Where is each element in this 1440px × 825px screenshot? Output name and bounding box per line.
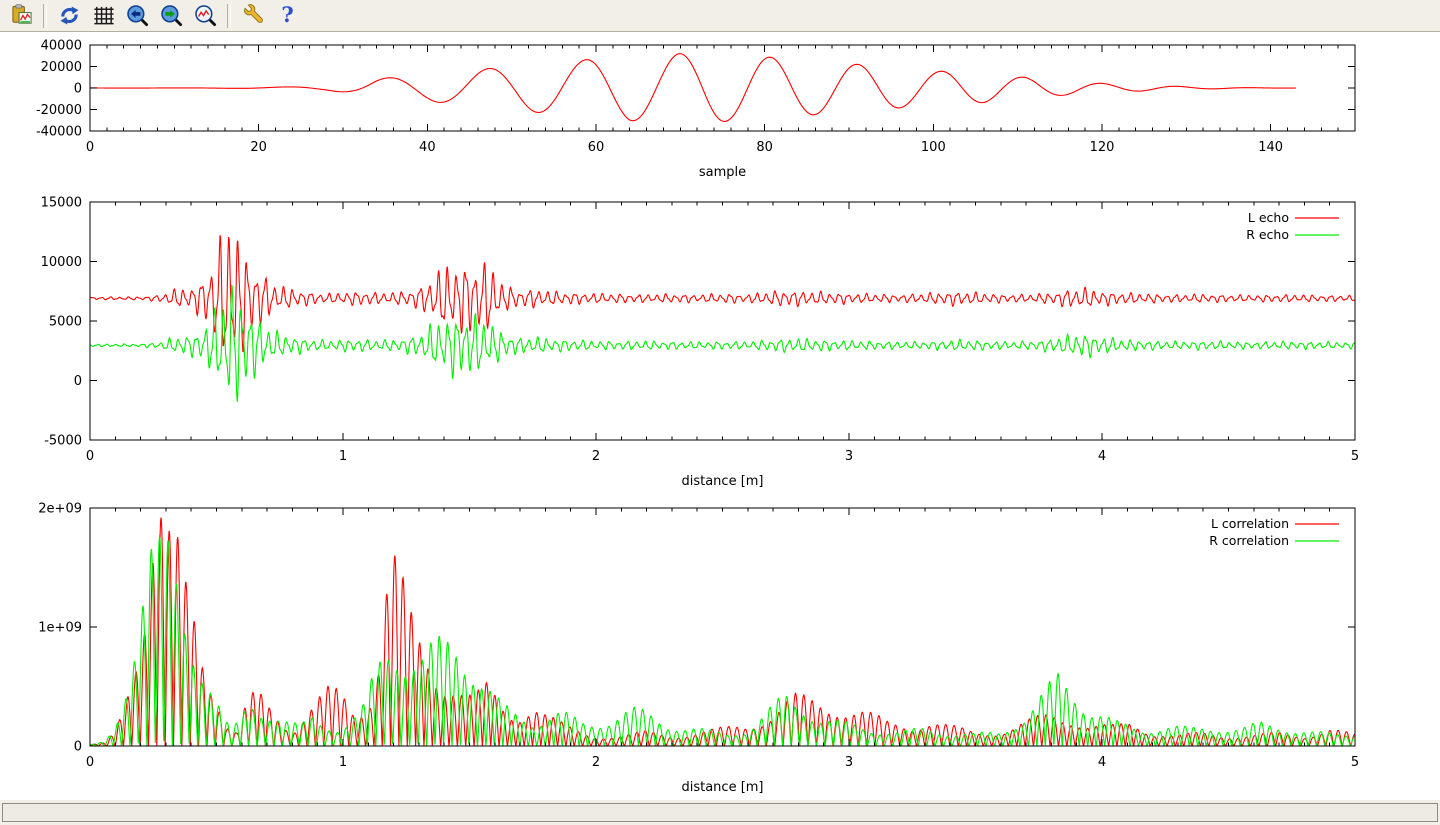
zoom-next-button[interactable]	[155, 1, 187, 31]
x-axis-label: distance [m]	[681, 780, 763, 795]
x-tick-label: 140	[1258, 140, 1283, 155]
x-tick-label: 2	[592, 755, 600, 770]
y-tick-label: 40000	[41, 39, 82, 54]
x-tick-label: 4	[1098, 449, 1106, 464]
svg-text:?: ?	[281, 4, 293, 27]
x-tick-label: 1	[339, 449, 347, 464]
y-tick-label: -20000	[36, 103, 82, 118]
x-tick-label: 120	[1090, 140, 1115, 155]
grid-icon	[92, 4, 115, 27]
y-tick-label: 2e+09	[38, 502, 82, 517]
plot-canvas[interactable]: 020406080100120140-40000-200000200004000…	[0, 33, 1440, 799]
question-mark-icon: ?	[276, 4, 299, 27]
legend-label: L echo	[1248, 210, 1289, 225]
y-tick-label: 0	[74, 82, 82, 97]
x-tick-label: 3	[845, 755, 853, 770]
x-tick-label: 3	[845, 449, 853, 464]
series-line	[90, 54, 1296, 122]
y-tick-label: 1e+09	[38, 621, 82, 636]
series-line	[90, 518, 1355, 746]
legend-label: L correlation	[1211, 516, 1289, 531]
y-tick-label: 5000	[49, 315, 82, 330]
series-line	[90, 235, 1355, 351]
x-tick-label: 80	[756, 140, 773, 155]
copy-to-clipboard-button[interactable]	[5, 1, 37, 31]
replot-button[interactable]	[53, 1, 85, 31]
y-tick-label: -40000	[36, 125, 82, 140]
x-tick-label: 4	[1098, 755, 1106, 770]
legend-label: R correlation	[1209, 533, 1289, 548]
autoscale-button[interactable]	[189, 1, 221, 31]
plot-border	[90, 45, 1355, 131]
x-axis-label: distance [m]	[681, 474, 763, 489]
x-tick-label: 0	[86, 755, 94, 770]
x-axis-label: sample	[699, 165, 746, 180]
magnifier-left-arrow-icon	[126, 4, 149, 27]
clipboard-plot-icon	[10, 4, 33, 27]
toggle-grid-button[interactable]	[87, 1, 119, 31]
statusbar	[0, 799, 1440, 825]
legend-label: R echo	[1246, 227, 1289, 242]
chart-0: 0 20 40 60 80 100 120 140 -40000 -20000 0 20000 4000…	[36, 39, 1355, 181]
charts-svg[interactable]: 020406080100120140-40000-200000200004000…	[0, 33, 1440, 799]
chart-1: 0 1 2 3 4 5 -5000 0 5000 10000 15000 distance [m] L …	[41, 196, 1360, 490]
magnifier-right-arrow-icon	[160, 4, 183, 27]
y-tick-label: 10000	[41, 255, 82, 270]
x-tick-label: 0	[86, 449, 94, 464]
refresh-arrows-icon	[58, 4, 81, 27]
x-tick-label: 100	[921, 140, 946, 155]
toolbar-separator	[227, 4, 231, 28]
toolbar-separator	[43, 4, 47, 28]
statusbar-message	[2, 803, 1438, 822]
x-tick-label: 0	[86, 140, 94, 155]
x-tick-label: 60	[588, 140, 605, 155]
x-tick-label: 5	[1351, 755, 1359, 770]
y-tick-label: 0	[74, 740, 82, 755]
series-line	[90, 285, 1355, 402]
x-tick-label: 5	[1351, 449, 1359, 464]
y-tick-label: 0	[74, 374, 82, 389]
x-tick-label: 20	[250, 140, 267, 155]
toolbar: ?	[0, 0, 1440, 32]
magnifier-plot-icon	[194, 4, 217, 27]
chart-2: 0 1 2 3 4 5 0 1e+09 2e+09 distance [m] L correlati…	[38, 502, 1359, 796]
y-tick-label: 15000	[41, 196, 82, 211]
x-tick-label: 40	[419, 140, 436, 155]
zoom-previous-button[interactable]	[121, 1, 153, 31]
series-line	[90, 537, 1355, 746]
x-tick-label: 2	[592, 449, 600, 464]
y-tick-label: -5000	[44, 434, 82, 449]
plot-border	[90, 508, 1355, 746]
y-tick-label: 20000	[41, 60, 82, 75]
x-tick-label: 1	[339, 755, 347, 770]
wrench-icon	[242, 4, 265, 27]
help-button[interactable]: ?	[271, 1, 303, 31]
plot-border	[90, 202, 1355, 440]
configure-button[interactable]	[237, 1, 269, 31]
